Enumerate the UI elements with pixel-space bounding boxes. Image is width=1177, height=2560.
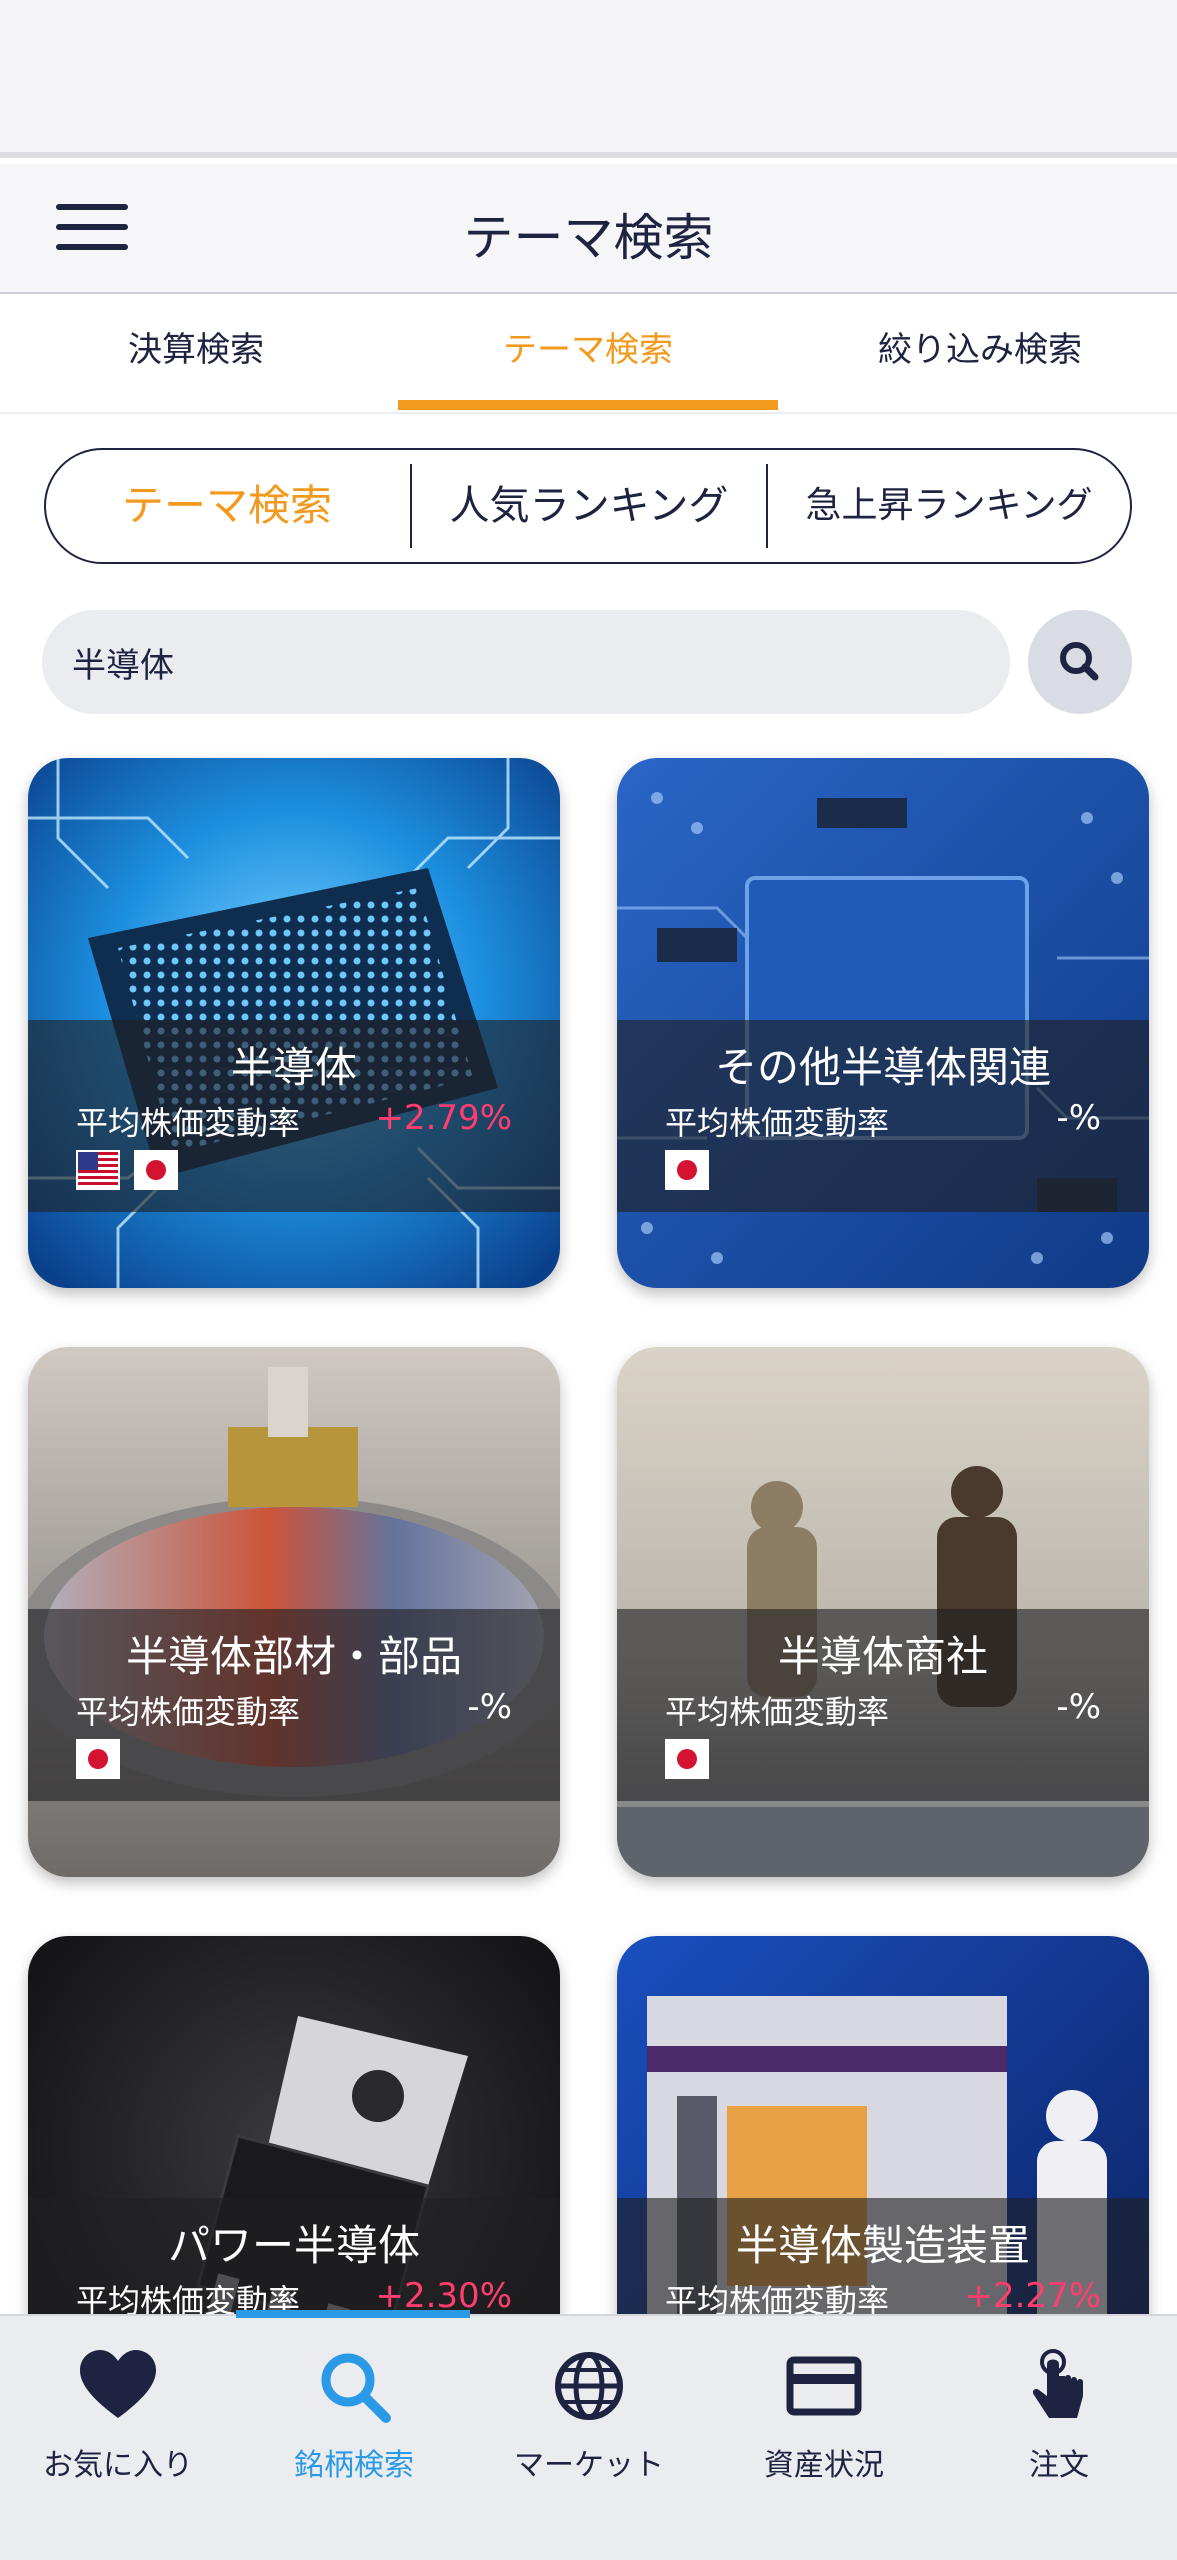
card-icon [786, 2356, 862, 2416]
tab-filter-search[interactable]: 絞り込み検索 [784, 296, 1176, 414]
header-bar: テーマ検索 [0, 164, 1177, 294]
theme-name: 半導体 [230, 1043, 357, 1092]
theme-card-semiconductor[interactable]: 半導体 平均株価変動率 +2.79% [28, 758, 560, 1288]
avg-price-change-label: 平均株価変動率 [665, 1693, 890, 1731]
jp-flag-icon [134, 1150, 178, 1190]
tap-hand-icon [1032, 2349, 1083, 2418]
avg-price-change-value: -% [467, 1687, 512, 1727]
nav-favorites[interactable]: お気に入り [0, 2316, 236, 2560]
market-flags [665, 1739, 723, 1783]
market-flags [76, 1739, 134, 1783]
nav-assets[interactable]: 資産状況 [706, 2316, 942, 2560]
search-type-tabs: 決算検索 テーマ検索 絞り込み検索 [0, 296, 1177, 414]
nav-market[interactable]: マーケット [471, 2316, 707, 2560]
market-flags [76, 1150, 192, 1194]
status-bar [0, 0, 1177, 158]
nav-label: お気に入り [43, 2448, 193, 2483]
globe-icon [555, 2352, 623, 2420]
theme-name: その他半導体関連 [714, 1043, 1051, 1092]
avg-price-change-value: +2.79% [375, 1098, 513, 1138]
market-flags [665, 1150, 723, 1194]
theme-name: パワー半導体 [167, 2221, 420, 2270]
segmented-control: テーマ検索 人気ランキング 急上昇ランキング [44, 448, 1132, 564]
avg-price-change-value: -% [1056, 1687, 1101, 1727]
nav-label: 注文 [1029, 2448, 1089, 2483]
card-info-overlay: 半導体商社 平均株価変動率 -% [617, 1609, 1149, 1801]
nav-label: 資産状況 [764, 2448, 884, 2483]
nav-label: 銘柄検索 [294, 2448, 414, 2483]
nav-order[interactable]: 注文 [941, 2316, 1177, 2560]
avg-price-change-label: 平均株価変動率 [76, 1693, 301, 1731]
card-info-overlay: その他半導体関連 平均株価変動率 -% [617, 1020, 1149, 1212]
tab-theme-search[interactable]: テーマ検索 [392, 296, 784, 414]
segment-theme-search[interactable]: テーマ検索 [46, 450, 408, 562]
jp-flag-icon [665, 1739, 709, 1779]
card-info-overlay: 半導体部材・部品 平均株価変動率 -% [28, 1609, 560, 1801]
avg-price-change-label: 平均株価変動率 [665, 1104, 890, 1142]
tab-earnings-search[interactable]: 決算検索 [0, 296, 392, 414]
jp-flag-icon [76, 1739, 120, 1779]
theme-name: 半導体商社 [777, 1632, 988, 1681]
card-info-overlay: 半導体 平均株価変動率 +2.79% [28, 1020, 560, 1212]
avg-price-change-label: 平均株価変動率 [76, 1104, 301, 1142]
search-button[interactable] [1028, 610, 1132, 714]
jp-flag-icon [665, 1150, 709, 1190]
active-tab-indicator [398, 400, 778, 410]
theme-name: 半導体部材・部品 [125, 1632, 462, 1681]
segment-rising-ranking[interactable]: 急上昇ランキング [768, 450, 1130, 562]
nav-stock-search[interactable]: 銘柄検索 [236, 2316, 472, 2560]
search-bar [42, 610, 1010, 714]
search-icon [321, 2353, 391, 2423]
search-input[interactable] [72, 610, 972, 714]
theme-card-semiconductor-trading[interactable]: 半導体商社 平均株価変動率 -% [617, 1347, 1149, 1877]
segment-popular-ranking[interactable]: 人気ランキング [412, 450, 766, 562]
page-title: テーマ検索 [463, 209, 714, 267]
avg-price-change-value: -% [1056, 1098, 1101, 1138]
nav-label: マーケット [514, 2448, 664, 2483]
theme-card-semiconductor-materials[interactable]: 半導体部材・部品 平均株価変動率 -% [28, 1347, 560, 1877]
avg-price-change-value: +2.27% [964, 2276, 1102, 2316]
theme-card-other-semiconductor[interactable]: その他半導体関連 平均株価変動率 -% [617, 758, 1149, 1288]
active-nav-indicator [236, 2310, 470, 2318]
us-flag-icon [76, 1150, 120, 1190]
heart-icon [80, 2350, 156, 2418]
bottom-navigation: お気に入り 銘柄検索 マーケット 資産状況 注文 [0, 2314, 1177, 2560]
search-icon [1060, 642, 1099, 681]
theme-name: 半導体製造装置 [735, 2221, 1030, 2270]
